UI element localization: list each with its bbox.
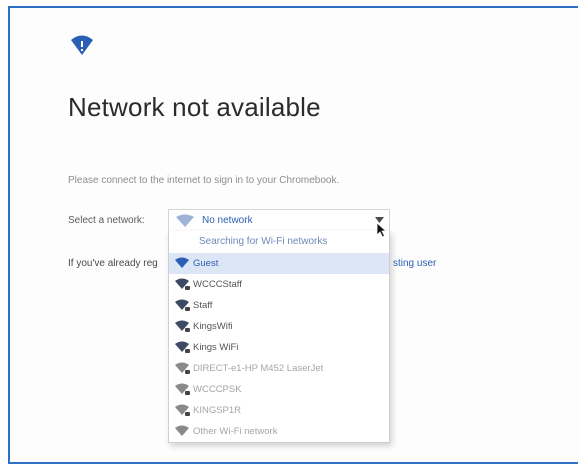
wifi-icon xyxy=(175,257,189,268)
network-item[interactable]: Staff xyxy=(169,295,389,316)
network-item-label: Other Wi-Fi network xyxy=(193,426,278,437)
lock-icon xyxy=(185,286,190,290)
mouse-cursor-icon xyxy=(376,222,388,238)
network-item[interactable]: WCCCStaff xyxy=(169,274,389,295)
lock-icon xyxy=(185,349,190,353)
select-network-label: Select a network: xyxy=(68,215,145,226)
wifi-icon xyxy=(175,425,189,436)
lock-icon xyxy=(185,412,190,416)
network-item-label: KINGSP1R xyxy=(193,405,242,416)
lock-icon xyxy=(185,307,190,311)
network-item-label: Kings WiFi xyxy=(193,342,239,353)
network-select[interactable]: No network xyxy=(168,209,390,231)
wifi-icon xyxy=(176,214,194,227)
network-list: Guest WCCCStaff Staff KingsWifi Kings WiFi DI… xyxy=(169,253,389,442)
network-item[interactable]: Other Wi-Fi network xyxy=(169,421,389,442)
network-item-label: WCCCPSK xyxy=(193,384,242,395)
network-item-label: Guest xyxy=(193,258,219,269)
lock-icon xyxy=(185,370,190,374)
network-item[interactable]: WCCCPSK xyxy=(169,379,389,400)
network-item-label: WCCCStaff xyxy=(193,279,242,290)
network-select-value: No network xyxy=(202,215,253,226)
lock-icon xyxy=(185,391,190,395)
network-item[interactable]: KingsWifi xyxy=(169,316,389,337)
network-item-label: Staff xyxy=(193,300,213,311)
network-item-label: KingsWifi xyxy=(193,321,233,332)
network-item[interactable]: KINGSP1R xyxy=(169,400,389,421)
network-item-label: DIRECT-e1-HP M452 LaserJet xyxy=(193,363,324,374)
instruction-text: Please connect to the internet to sign i… xyxy=(68,175,340,186)
network-item[interactable]: Guest xyxy=(169,253,389,274)
network-item[interactable]: DIRECT-e1-HP M452 LaserJet xyxy=(169,358,389,379)
network-item[interactable]: Kings WiFi xyxy=(169,337,389,358)
network-dropdown: Searching for Wi-Fi networks Guest WCCCSt… xyxy=(168,231,390,443)
wifi-icon xyxy=(71,35,93,55)
lock-icon xyxy=(185,328,190,332)
searching-label: Searching for Wi-Fi networks xyxy=(199,236,328,247)
existing-user-text: If you've already reg xyxy=(68,258,158,269)
existing-user-link[interactable]: sting user xyxy=(393,258,436,269)
page-title: Network not available xyxy=(68,92,321,122)
